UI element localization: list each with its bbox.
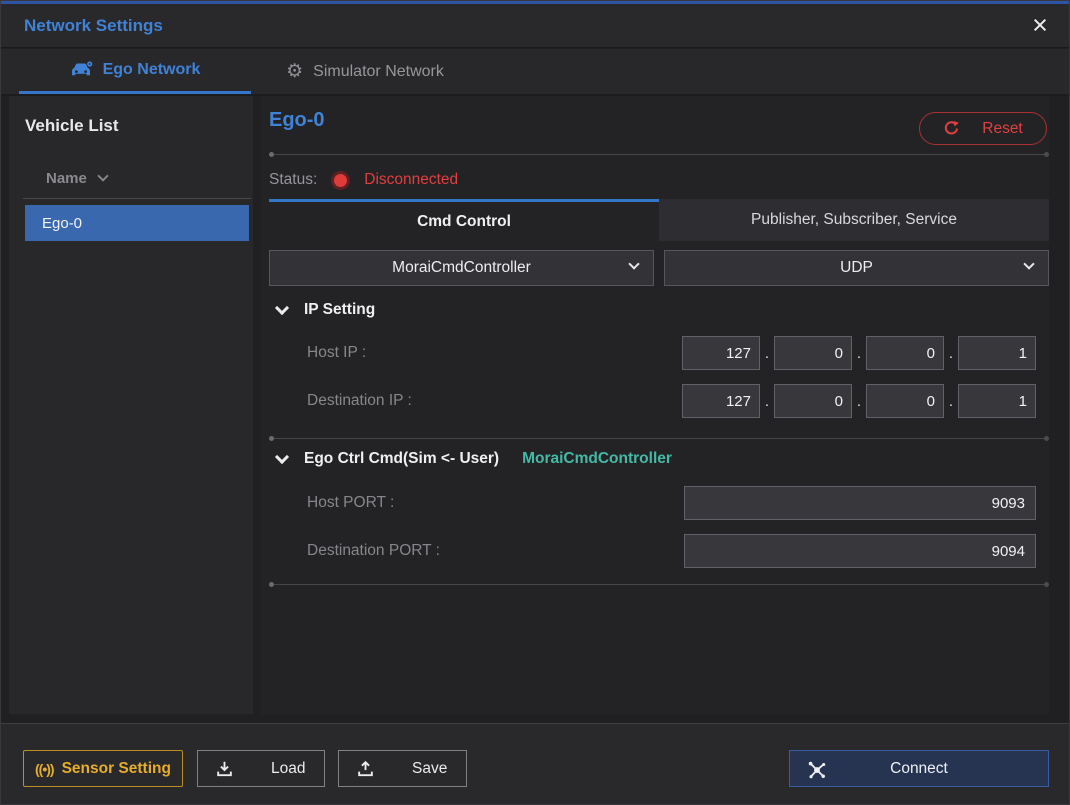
ip-dot-separator — [852, 345, 866, 362]
ip-dot-separator — [852, 393, 866, 410]
destination-ip-octet-3[interactable] — [866, 384, 944, 418]
ip-dot-separator — [944, 345, 958, 362]
chevron-down-icon — [628, 258, 640, 270]
download-icon — [215, 759, 234, 778]
section-divider — [269, 436, 1049, 441]
footer-toolbar: ((•)) Sensor Setting Load Save Connect — [1, 724, 1069, 804]
vehicle-list-panel: Vehicle List Name Ego-0 — [9, 96, 253, 714]
host-port-input[interactable] — [684, 486, 1036, 520]
network-tab-bar: Ego Network ⚙ Simulator Network — [1, 49, 1069, 96]
controller-dropdown[interactable]: MoraiCmdController — [269, 250, 654, 286]
host-ip-octet-1[interactable] — [682, 336, 760, 370]
ip-setting-section-header[interactable]: IP Setting — [274, 300, 376, 319]
destination-port-input[interactable] — [684, 534, 1036, 568]
vehicle-list-name-header[interactable]: Name — [23, 158, 251, 199]
close-button[interactable]: × — [1023, 9, 1057, 43]
tab-simulator-network-label: Simulator Network — [313, 62, 444, 80]
connect-label: Connect — [890, 759, 948, 777]
window-title: Network Settings — [24, 16, 163, 35]
network-settings-dialog: Network Settings × Ego Network ⚙ Simulat… — [0, 0, 1070, 805]
host-port-row: Host PORT : — [307, 486, 1036, 520]
protocol-dropdown-row: MoraiCmdController UDP — [269, 250, 1049, 286]
host-ip-row: Host IP : — [307, 336, 1036, 370]
subtab-publisher-subscriber-service[interactable]: Publisher, Subscriber, Service — [659, 199, 1049, 241]
close-icon: × — [1032, 10, 1048, 40]
host-ip-octet-2[interactable] — [774, 336, 852, 370]
destination-port-label: Destination PORT : — [307, 542, 440, 559]
subtab-pubsub-label: Publisher, Subscriber, Service — [751, 211, 957, 228]
sensor-setting-button[interactable]: ((•)) Sensor Setting — [23, 750, 183, 787]
status-value: Disconnected — [364, 171, 459, 188]
destination-ip-row: Destination IP : — [307, 384, 1036, 418]
reset-label: Reset — [982, 119, 1023, 137]
status-row: Status: Disconnected — [269, 165, 458, 195]
ego-network-content: Ego-0 Reset Status: Disconnected Cmd Con… — [261, 96, 1049, 714]
tab-ego-network[interactable]: Ego Network — [19, 49, 251, 94]
collapse-chevron-icon — [274, 300, 290, 316]
chevron-down-icon — [1023, 258, 1035, 270]
ip-dot-separator — [944, 393, 958, 410]
ip-setting-title: IP Setting — [304, 301, 376, 318]
host-ip-label: Host IP : — [307, 344, 367, 361]
control-subtabs: Cmd Control Publisher, Subscriber, Servi… — [269, 199, 1049, 241]
vehicle-list-title: Vehicle List — [25, 116, 119, 135]
broadcast-icon: ((•)) — [35, 760, 55, 777]
tab-ego-network-label: Ego Network — [102, 61, 201, 78]
car-icon — [70, 61, 93, 79]
gear-icon: ⚙ — [286, 61, 304, 82]
connect-button[interactable]: Connect — [789, 750, 1049, 787]
save-label: Save — [412, 759, 448, 777]
protocol-dropdown[interactable]: UDP — [664, 250, 1049, 286]
status-label: Status: — [269, 171, 318, 188]
ego-ctrl-section-header[interactable]: Ego Ctrl Cmd(Sim <- User) MoraiCmdContro… — [274, 449, 672, 468]
network-node-icon — [806, 759, 828, 781]
reset-button[interactable]: Reset — [919, 112, 1047, 145]
destination-ip-octet-1[interactable] — [682, 384, 760, 418]
load-button[interactable]: Load — [197, 750, 325, 787]
save-button[interactable]: Save — [338, 750, 467, 787]
subtab-cmd-control-label: Cmd Control — [417, 212, 511, 230]
ego-ctrl-controller-name: MoraiCmdController — [522, 450, 672, 467]
load-label: Load — [271, 759, 306, 777]
host-ip-octet-4[interactable] — [958, 336, 1036, 370]
ip-dot-separator — [760, 393, 774, 410]
protocol-dropdown-value: UDP — [840, 259, 873, 276]
collapse-chevron-icon — [274, 449, 290, 465]
ego-ctrl-title: Ego Ctrl Cmd(Sim <- User) — [304, 450, 500, 467]
selected-vehicle-title: Ego-0 — [269, 109, 325, 131]
upload-icon — [356, 759, 375, 778]
controller-dropdown-value: MoraiCmdController — [392, 259, 531, 276]
reset-icon — [943, 120, 960, 137]
header-divider — [269, 152, 1049, 157]
vehicle-row-ego-0[interactable]: Ego-0 — [25, 205, 249, 241]
status-dot-icon — [334, 173, 348, 187]
destination-ip-octet-4[interactable] — [958, 384, 1036, 418]
vehicle-row-label: Ego-0 — [42, 214, 83, 232]
ip-dot-separator — [760, 345, 774, 362]
tab-simulator-network[interactable]: ⚙ Simulator Network — [257, 49, 473, 94]
destination-ip-octet-2[interactable] — [774, 384, 852, 418]
chevron-down-icon — [97, 170, 109, 182]
destination-port-row: Destination PORT : — [307, 534, 1036, 568]
host-port-label: Host PORT : — [307, 494, 395, 511]
section-divider — [269, 582, 1049, 587]
destination-ip-inputs — [682, 384, 1036, 418]
name-column-label: Name — [46, 169, 87, 187]
sensor-setting-label: Sensor Setting — [61, 759, 171, 777]
titlebar: Network Settings × — [1, 4, 1069, 48]
host-ip-octet-3[interactable] — [866, 336, 944, 370]
destination-ip-label: Destination IP : — [307, 392, 412, 409]
subtab-cmd-control[interactable]: Cmd Control — [269, 199, 659, 241]
host-ip-inputs — [682, 336, 1036, 370]
